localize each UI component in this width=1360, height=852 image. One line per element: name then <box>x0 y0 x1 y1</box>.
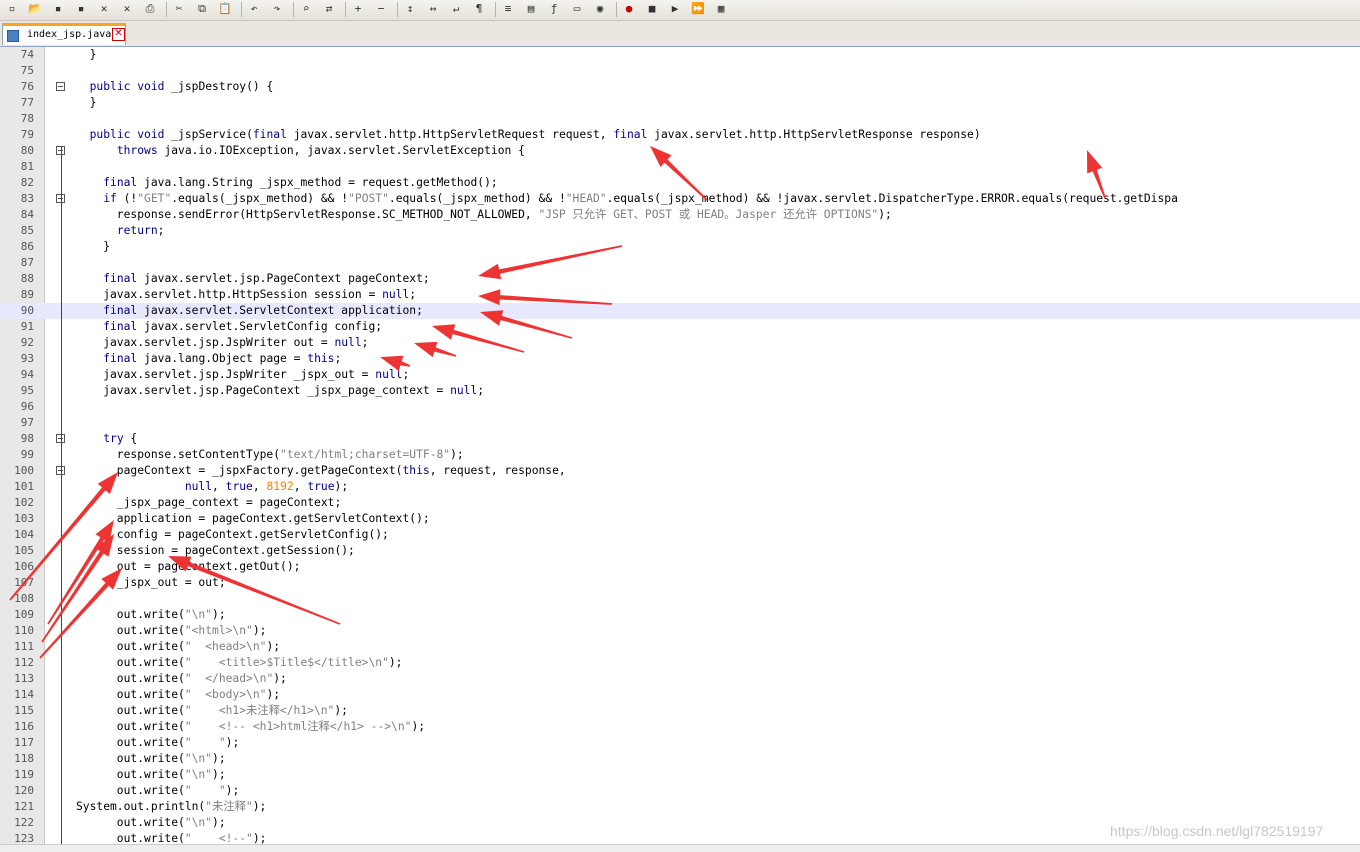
annotation-arrow <box>480 310 573 339</box>
annotation-arrow <box>47 520 114 625</box>
annotation-arrow <box>1087 150 1106 199</box>
annotation-arrow <box>478 245 623 280</box>
annotation-arrow <box>380 355 411 371</box>
annotation-arrow <box>650 146 708 201</box>
annotation-arrow <box>432 324 525 353</box>
annotation-arrow <box>414 341 457 358</box>
annotation-arrow <box>168 556 341 625</box>
watermark: https://blog.csdn.net/lgl782519197 <box>1110 823 1324 839</box>
annotation-arrow <box>478 289 613 306</box>
annotation-arrows <box>9 146 1106 659</box>
